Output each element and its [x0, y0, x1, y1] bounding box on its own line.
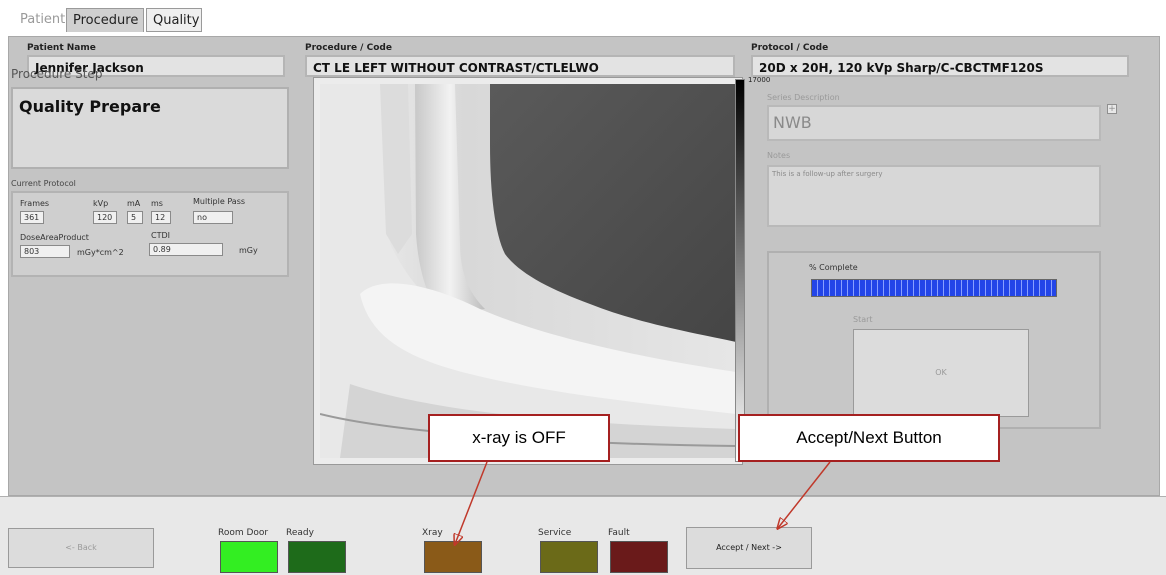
ma-field: 5 — [127, 211, 143, 224]
tab-quality[interactable]: Quality — [146, 8, 202, 32]
ms-field: 12 — [151, 211, 171, 224]
series-description-label: Series Description — [767, 93, 840, 102]
kvp-label: kVp — [93, 199, 109, 208]
multiple-pass-label: Multiple Pass — [193, 197, 246, 206]
protocol-code-field: 20D x 20H, 120 kVp Sharp/C-CBCTMF120S — [751, 55, 1129, 77]
progress-panel: % Complete Start OK — [767, 251, 1101, 429]
progress-bar — [811, 279, 1057, 297]
colorbar-max-label: 17000 — [748, 76, 771, 84]
ms-label: ms — [151, 199, 163, 208]
tab-bar: Patient Procedure Quality — [0, 0, 1166, 36]
accept-next-callout: Accept/Next Button — [738, 414, 1000, 462]
progress-bar-fill — [812, 280, 1056, 296]
frames-field: 361 — [20, 211, 44, 224]
patient-name-label: Patient Name — [27, 43, 96, 53]
kvp-field: 120 — [93, 211, 117, 224]
frames-label: Frames — [20, 199, 50, 208]
room-door-indicator — [220, 541, 278, 573]
dose-area-product-unit: mGy*cm^2 — [77, 248, 124, 257]
ctdi-field: 0.89 — [149, 243, 223, 256]
fault-label: Fault — [608, 528, 630, 538]
procedure-step-field: Quality Prepare — [11, 87, 289, 169]
notes-field[interactable]: This is a follow-up after surgery — [767, 165, 1101, 227]
ready-indicator — [288, 541, 346, 573]
dose-area-product-label: DoseAreaProduct — [20, 233, 89, 242]
start-label: Start — [853, 315, 873, 324]
foot-xray-image — [320, 84, 736, 458]
series-description-field[interactable]: NWB — [767, 105, 1101, 141]
protocol-code-group: Protocol / Code 20D x 20H, 120 kVp Sharp… — [751, 43, 1129, 85]
current-protocol-box: Frames 361 kVp 120 mA 5 ms 12 Multiple P… — [11, 191, 289, 277]
tab-procedure[interactable]: Procedure — [66, 8, 144, 32]
fault-indicator — [610, 541, 668, 573]
expand-plus-icon[interactable]: + — [1107, 104, 1117, 114]
procedure-step-label: Procedure Step — [11, 67, 103, 81]
multiple-pass-field: no — [193, 211, 233, 224]
accept-next-button[interactable]: Accept / Next -> — [686, 527, 812, 569]
back-button[interactable]: <- Back — [8, 528, 154, 568]
ok-button[interactable]: OK — [853, 329, 1029, 417]
service-label: Service — [538, 528, 572, 538]
current-protocol-label: Current Protocol — [11, 179, 76, 188]
ma-label: mA — [127, 199, 141, 208]
protocol-code-label: Protocol / Code — [751, 43, 829, 53]
ctdi-label: CTDI — [151, 231, 170, 240]
ctdi-unit: mGy — [239, 246, 258, 255]
xray-indicator — [424, 541, 482, 573]
ready-label: Ready — [286, 528, 314, 538]
dose-area-product-field: 803 — [20, 245, 70, 258]
notes-label: Notes — [767, 151, 791, 160]
procedure-code-field: CT LE LEFT WITHOUT CONTRAST/CTLELWO — [305, 55, 735, 77]
intensity-colorbar — [735, 79, 745, 462]
room-door-label: Room Door — [218, 528, 269, 538]
xray-off-callout: x-ray is OFF — [428, 414, 610, 462]
procedure-code-label: Procedure / Code — [305, 43, 392, 53]
xray-label: Xray — [422, 528, 443, 538]
tab-patient[interactable]: Patient — [14, 8, 71, 32]
percent-complete-label: % Complete — [809, 263, 858, 272]
service-indicator — [540, 541, 598, 573]
xray-image-viewport[interactable] — [313, 77, 743, 465]
